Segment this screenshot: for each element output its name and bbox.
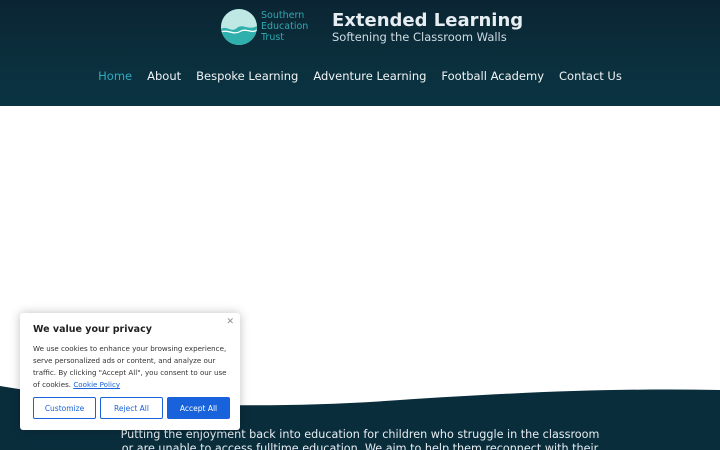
trust-line-2: Education <box>261 21 309 32</box>
brand[interactable]: Southern Education Trust Extended Learni… <box>221 9 523 47</box>
intro-text: Putting the enjoyment back into educatio… <box>120 428 600 450</box>
accept-all-button[interactable]: Accept All <box>167 397 230 419</box>
nav-item-home[interactable]: Home <box>91 69 140 89</box>
nav-item-contact-us[interactable]: Contact Us <box>552 69 630 89</box>
site-title: Extended Learning <box>332 10 524 31</box>
cookie-policy-link[interactable]: Cookie Policy <box>73 380 120 389</box>
nav-item-adventure-learning[interactable]: Adventure Learning <box>306 69 434 89</box>
wave-circle-logo-icon <box>221 9 257 45</box>
nav-item-bespoke-learning[interactable]: Bespoke Learning <box>189 69 306 89</box>
site-tagline: Softening the Classroom Walls <box>332 30 507 44</box>
main-nav: Home About Bespoke Learning Adventure Le… <box>0 69 720 89</box>
cookie-title: We value your privacy <box>33 324 152 335</box>
reject-all-button[interactable]: Reject All <box>100 397 163 419</box>
cookie-buttons: Customize Reject All Accept All <box>33 397 230 419</box>
trust-line-1: Southern <box>261 10 305 21</box>
cookie-body: We use cookies to enhance your browsing … <box>33 343 227 391</box>
site-header: Southern Education Trust Extended Learni… <box>0 0 720 106</box>
cookie-banner: ✕ We value your privacy We use cookies t… <box>20 313 240 430</box>
trust-line-3: Trust <box>261 32 285 43</box>
nav-item-football-academy[interactable]: Football Academy <box>434 69 552 89</box>
close-icon[interactable]: ✕ <box>226 317 234 327</box>
trust-name: Southern Education Trust <box>261 10 308 43</box>
cookie-body-text: We use cookies to enhance your browsing … <box>33 344 227 389</box>
nav-item-about[interactable]: About <box>140 69 189 89</box>
page: Southern Education Trust Extended Learni… <box>0 0 720 450</box>
customize-button[interactable]: Customize <box>33 397 96 419</box>
